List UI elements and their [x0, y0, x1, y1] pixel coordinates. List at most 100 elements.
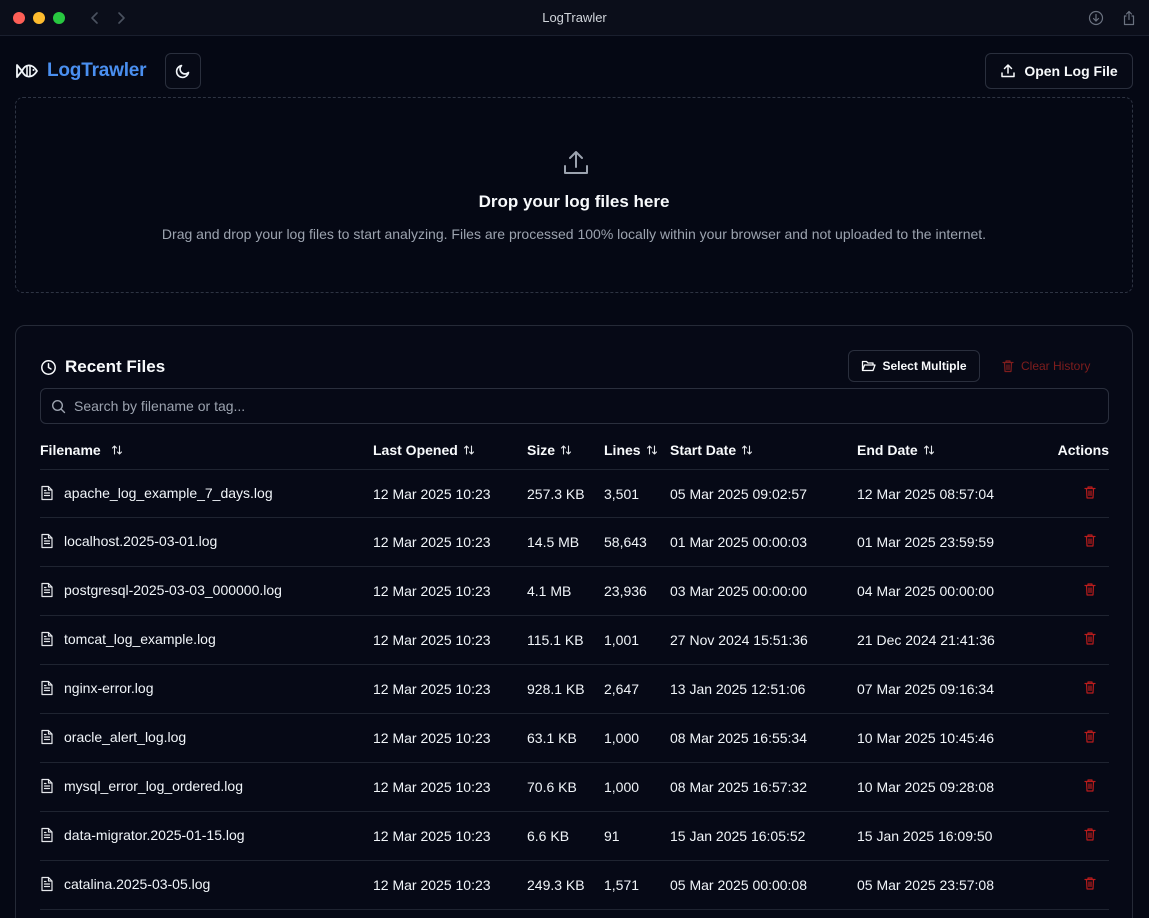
file-text-icon	[41, 485, 53, 501]
table-row[interactable]: nginx-error.log 12 Mar 2025 10:23 928.1 KB…	[40, 665, 1109, 714]
lines-cell: 1,001	[604, 632, 640, 648]
last-opened-cell: 12 Mar 2025 10:23	[373, 583, 491, 599]
lines-cell: 2,647	[604, 681, 640, 697]
end-date-cell: 21 Dec 2024 21:41:36	[857, 632, 995, 648]
file-text-icon	[41, 631, 53, 647]
column-size-label: Size	[527, 442, 556, 458]
filename-cell[interactable]: tomcat_log_example.log	[40, 631, 216, 647]
column-lines[interactable]: Lines	[604, 442, 658, 458]
select-multiple-button[interactable]: Select Multiple	[848, 350, 980, 382]
table-row[interactable]: catalina.2025-03-05.log 12 Mar 2025 10:23…	[40, 861, 1109, 910]
table-row[interactable]: tomcat_log_example.log 12 Mar 2025 10:23 1…	[40, 616, 1109, 665]
filename-cell[interactable]: nginx-error.log	[40, 680, 154, 696]
lines-cell: 1,000	[604, 779, 640, 795]
fish-logo-icon	[16, 64, 38, 78]
delete-file-button[interactable]	[1083, 485, 1097, 503]
brand-logo[interactable]: LogTrawler	[15, 59, 147, 83]
size-cell: 63.1 KB	[527, 730, 577, 746]
table-row[interactable]: mysql_error_log_ordered.log 12 Mar 2025 1…	[40, 763, 1109, 812]
window-title: LogTrawler	[542, 10, 607, 25]
filename: oracle_alert_log.log	[64, 729, 187, 745]
end-date-cell: 07 Mar 2025 09:16:34	[857, 681, 994, 697]
filename-cell[interactable]: mysql_error_log_ordered.log	[40, 778, 243, 794]
open-log-file-button[interactable]: Open Log File	[985, 53, 1133, 89]
column-filename[interactable]: Filename	[40, 442, 123, 458]
end-date-cell: 10 Mar 2025 09:28:08	[857, 779, 994, 795]
table-row[interactable]	[40, 910, 1109, 918]
trash-icon	[1084, 486, 1096, 499]
column-last-opened[interactable]: Last Opened	[373, 442, 475, 458]
share-icon[interactable]	[1121, 10, 1137, 26]
title-bar: LogTrawler	[0, 0, 1149, 36]
last-opened-cell: 12 Mar 2025 10:23	[373, 534, 491, 550]
theme-toggle-button[interactable]	[165, 53, 201, 89]
filename-cell[interactable]: apache_log_example_7_days.log	[40, 485, 273, 501]
clock-icon	[41, 359, 56, 375]
search-box[interactable]	[40, 388, 1109, 424]
table-header: Filename Last Opened Size Lines Start Da…	[40, 440, 1109, 460]
download-icon[interactable]	[1088, 10, 1104, 26]
delete-file-button[interactable]	[1083, 582, 1097, 600]
size-cell: 249.3 KB	[527, 877, 585, 893]
column-end-date[interactable]: End Date	[857, 442, 935, 458]
brand-name: LogTrawler	[47, 60, 147, 81]
file-text-icon	[41, 876, 53, 892]
filename: postgresql-2025-03-03_000000.log	[64, 582, 282, 598]
column-start-date[interactable]: Start Date	[670, 442, 753, 458]
drop-zone-subtitle: Drag and drop your log files to start an…	[161, 226, 987, 242]
filename-cell[interactable]: data-migrator.2025-01-15.log	[40, 827, 245, 843]
file-text-icon	[41, 729, 53, 745]
trash-icon	[1084, 779, 1096, 792]
filename-cell[interactable]: oracle_alert_log.log	[40, 729, 186, 745]
last-opened-cell: 12 Mar 2025 10:23	[373, 877, 491, 893]
clear-history-button[interactable]: Clear History	[1001, 350, 1090, 382]
delete-file-button[interactable]	[1083, 778, 1097, 796]
column-last-opened-label: Last Opened	[373, 442, 458, 458]
table-row[interactable]: apache_log_example_7_days.log 12 Mar 2025…	[40, 469, 1109, 518]
delete-file-button[interactable]	[1083, 533, 1097, 551]
recent-files-heading: Recent Files	[40, 357, 165, 377]
column-size[interactable]: Size	[527, 442, 572, 458]
file-text-icon	[41, 827, 53, 843]
trash-icon	[1084, 632, 1096, 645]
file-drop-zone[interactable]: Drop your log files here Drag and drop y…	[15, 97, 1133, 293]
size-cell: 4.1 MB	[527, 583, 572, 599]
delete-file-button[interactable]	[1083, 631, 1097, 649]
delete-file-button[interactable]	[1083, 680, 1097, 698]
table-row[interactable]: data-migrator.2025-01-15.log 12 Mar 2025 …	[40, 812, 1109, 861]
filename: catalina.2025-03-05.log	[64, 876, 211, 892]
filename-cell[interactable]: postgresql-2025-03-03_000000.log	[40, 582, 282, 598]
size-cell: 6.6 KB	[527, 828, 570, 844]
table-row[interactable]: oracle_alert_log.log 12 Mar 2025 10:23 63.…	[40, 714, 1109, 763]
delete-file-button[interactable]	[1083, 876, 1097, 894]
sort-arrows-icon	[463, 445, 474, 455]
column-end-date-label: End Date	[857, 442, 918, 458]
trash-icon	[1002, 360, 1014, 373]
size-cell: 115.1 KB	[527, 632, 584, 648]
filename: tomcat_log_example.log	[64, 631, 216, 647]
start-date-cell: 03 Mar 2025 00:00:00	[670, 583, 807, 599]
end-date-cell: 05 Mar 2025 23:57:08	[857, 877, 994, 893]
trash-icon	[1084, 681, 1096, 694]
file-text-icon	[41, 582, 53, 598]
file-text-icon	[41, 533, 53, 549]
delete-file-button[interactable]	[1083, 827, 1097, 845]
delete-file-button[interactable]	[1083, 729, 1097, 747]
start-date-cell: 01 Mar 2025 00:00:03	[670, 534, 807, 550]
lines-cell: 23,936	[604, 583, 647, 599]
table-row[interactable]: localhost.2025-03-01.log 12 Mar 2025 10:2…	[40, 518, 1109, 567]
select-multiple-label: Select Multiple	[882, 359, 967, 373]
upload-icon	[564, 151, 588, 174]
end-date-cell: 12 Mar 2025 08:57:04	[857, 486, 994, 502]
filename-cell[interactable]: catalina.2025-03-05.log	[40, 876, 210, 892]
size-cell: 257.3 KB	[527, 486, 585, 502]
last-opened-cell: 12 Mar 2025 10:23	[373, 632, 491, 648]
size-cell: 70.6 KB	[527, 779, 577, 795]
table-row[interactable]: postgresql-2025-03-03_000000.log 12 Mar 2…	[40, 567, 1109, 616]
lines-cell: 91	[604, 828, 620, 844]
trash-icon	[1084, 583, 1096, 596]
search-input[interactable]	[74, 398, 1074, 414]
moon-icon	[175, 64, 190, 79]
filename-cell[interactable]: localhost.2025-03-01.log	[40, 533, 217, 549]
end-date-cell: 04 Mar 2025 00:00:00	[857, 583, 994, 599]
